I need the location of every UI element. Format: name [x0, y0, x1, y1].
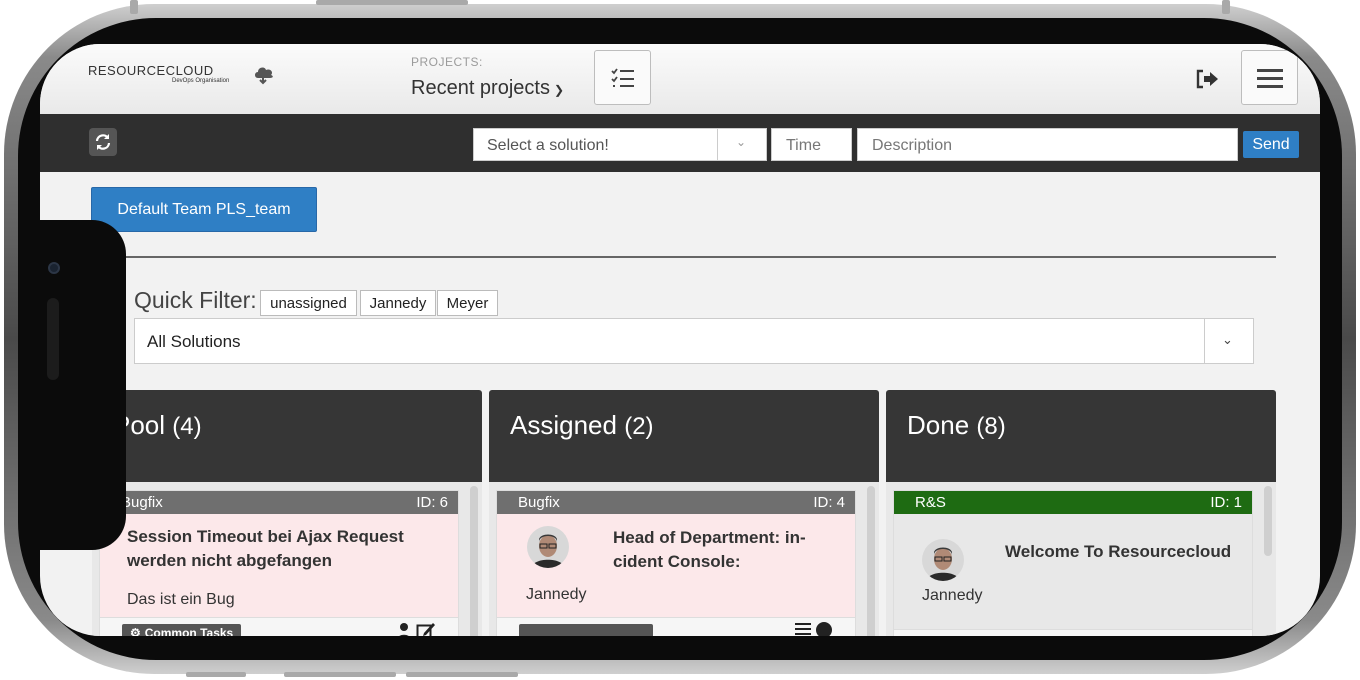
select-divider — [1204, 319, 1205, 363]
solution-filter-value: All Solutions — [147, 332, 241, 351]
avatar — [527, 526, 569, 568]
projects-value: Recent projects — [411, 77, 550, 99]
quick-filter-jannedy[interactable]: Jannedy — [360, 290, 436, 316]
avatar — [922, 539, 964, 581]
app-screen: RESOURCECLOUD DevOps Organisation PROJEC… — [40, 44, 1320, 636]
send-button[interactable]: Send — [1243, 131, 1299, 158]
column-done: Done (8) R&S ID: 1 Welcome To Resourcecl… — [886, 390, 1276, 636]
refresh-button[interactable] — [89, 128, 117, 156]
card-category-label: Common Tasks — [144, 626, 234, 636]
select-divider — [717, 129, 718, 160]
quick-filter-meyer[interactable]: Meyer — [437, 290, 498, 316]
logo: RESOURCECLOUD DevOps Organisation — [88, 60, 288, 90]
card-id: ID: 1 — [1210, 494, 1242, 511]
card-type: Bugfix — [518, 494, 560, 511]
team-button[interactable]: Default Team PLS_team — [91, 187, 317, 232]
card-assignee: Jannedy — [526, 586, 587, 603]
chevron-down-icon: ❯ — [553, 83, 565, 97]
edit-icon[interactable] — [416, 621, 436, 636]
card-type: Bugfix — [121, 494, 163, 511]
solution-select-placeholder: Select a solution! — [487, 137, 609, 154]
projects-label: PROJECTS: — [411, 55, 483, 69]
task-list-button[interactable] — [594, 50, 651, 105]
column-scrollbar[interactable] — [867, 486, 875, 636]
column-scrollbar[interactable] — [470, 486, 478, 636]
chevron-down-icon: ⌄ — [736, 135, 747, 149]
card-footer — [497, 617, 855, 636]
card-title: Welcome To Resourcecloud — [1005, 542, 1232, 561]
logout-button[interactable] — [1195, 68, 1221, 95]
card-title: Session Timeout bei Ajax Request werden … — [127, 527, 404, 570]
card-id: ID: 6 — [416, 494, 448, 511]
speaker-grille — [47, 298, 59, 380]
card-assignee: Jannedy — [922, 587, 983, 604]
avatar-image — [527, 526, 569, 568]
app-header: RESOURCECLOUD DevOps Organisation PROJEC… — [40, 44, 1320, 114]
time-input[interactable]: Time — [771, 128, 852, 161]
column-title: Pool (4) — [113, 410, 202, 441]
card-type: R&S — [915, 494, 946, 511]
phone-edge-mark — [1222, 0, 1230, 14]
card-type-bar: Bugfix ID: 6 — [100, 491, 458, 514]
card-id: ID: 4 — [813, 494, 845, 511]
column-title: Done (8) — [907, 410, 1006, 441]
task-card[interactable]: R&S ID: 1 Welcome To Resourcecloud Janne… — [893, 490, 1253, 636]
refresh-icon — [95, 134, 111, 150]
column-header: Assigned (2) — [489, 390, 879, 482]
task-card[interactable]: Bugfix ID: 4 Head of Department: in-cide… — [496, 490, 856, 636]
hamburger-icon — [1256, 68, 1283, 88]
column-count: (4) — [172, 413, 202, 440]
column-header: Pool (4) — [92, 390, 482, 482]
card-type-bar: Bugfix ID: 4 — [497, 491, 855, 514]
quick-filter-unassigned[interactable]: unassigned — [260, 290, 357, 316]
column-title-text: Done — [907, 410, 970, 440]
card-type-bar: R&S ID: 1 — [894, 491, 1252, 514]
gears-icon: ⚙ — [130, 626, 141, 636]
task-card[interactable]: Bugfix ID: 6 Session Timeout bei Ajax Re… — [99, 490, 459, 636]
quick-filter-label: Quick Filter: — [134, 287, 257, 313]
column-header: Done (8) — [886, 390, 1276, 482]
user-icon[interactable] — [396, 622, 412, 636]
column-count: (8) — [976, 413, 1006, 440]
column-scrollbar[interactable] — [1264, 486, 1272, 556]
column-title-text: Assigned — [510, 410, 617, 440]
card-category-tag: ⚙ Common Tasks — [122, 624, 242, 636]
solution-select[interactable]: Select a solution! ⌄ — [473, 128, 767, 161]
description-input[interactable]: Description — [857, 128, 1238, 161]
logo-text: RESOURCECLOUD — [88, 63, 214, 78]
phone-volume-button — [186, 672, 246, 677]
avatar-image — [922, 539, 964, 581]
phone-volume-button — [406, 672, 518, 677]
card-title: Head of Department: in-cident Console: — [613, 528, 806, 571]
chevron-down-icon: ⌄ — [1222, 332, 1233, 347]
card-category-tag — [519, 624, 653, 636]
phone-volume-button — [284, 672, 396, 677]
cloud-icon — [255, 67, 273, 85]
card-footer — [894, 629, 1252, 636]
phone-side-button — [316, 0, 468, 5]
card-footer: ⚙ Common Tasks — [100, 617, 458, 636]
column-count: (2) — [624, 413, 654, 440]
divider-line — [112, 256, 1276, 258]
menu-button[interactable] — [1241, 50, 1298, 105]
camera-icon — [48, 262, 60, 274]
solution-filter-select[interactable]: All Solutions ⌄ — [134, 318, 1254, 364]
column-assigned: Assigned (2) Bugfix ID: 4 Head of Depart… — [489, 390, 879, 636]
projects-dropdown[interactable]: Recent projects ❯ — [411, 77, 564, 100]
sign-out-icon — [1196, 69, 1218, 89]
info-circle-icon[interactable] — [815, 621, 833, 636]
logo-subtitle: DevOps Organisation — [172, 78, 230, 84]
column-title: Assigned (2) — [510, 410, 654, 441]
list-icon[interactable] — [795, 622, 811, 636]
checklist-icon — [610, 67, 634, 87]
card-description: Das ist ein Bug — [127, 591, 235, 608]
phone-edge-mark — [130, 0, 138, 14]
entry-toolbar: Select a solution! ⌄ Time Description Se… — [40, 114, 1320, 172]
column-pool: Pool (4) Bugfix ID: 6 Session Timeout be… — [92, 390, 482, 636]
